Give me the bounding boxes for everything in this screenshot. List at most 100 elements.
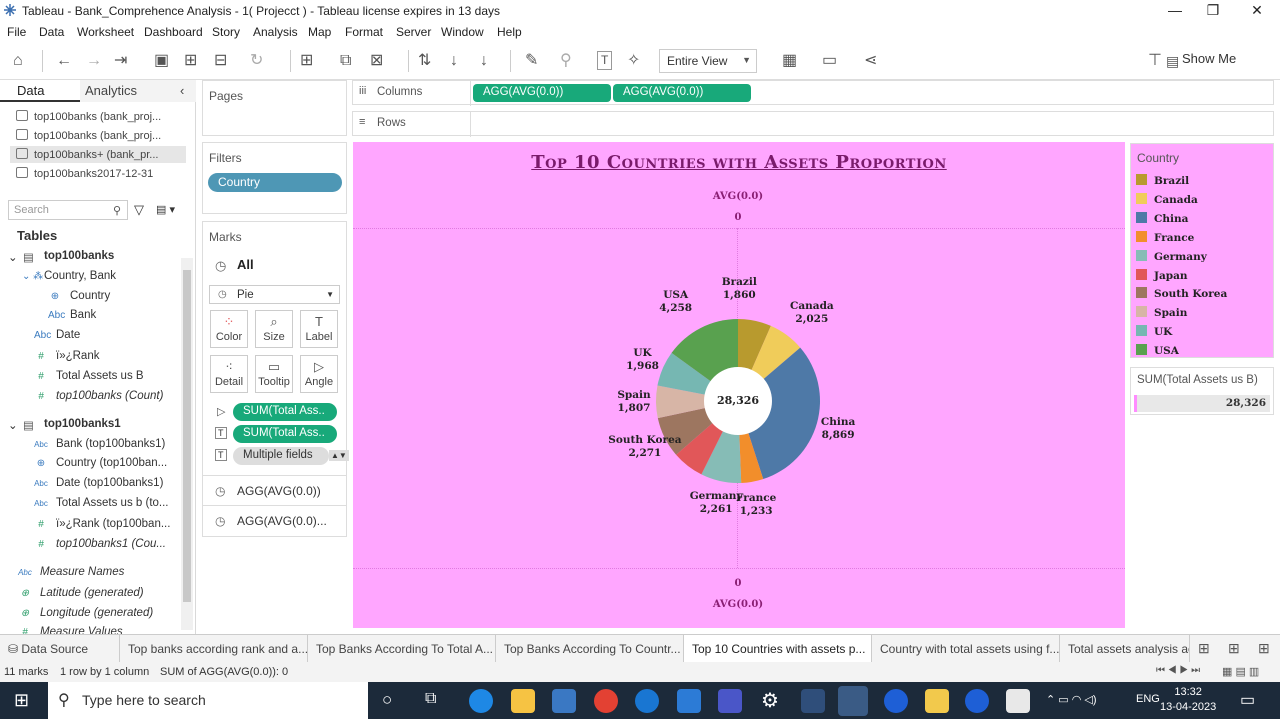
clear-sheet-icon[interactable]: ⊠ <box>370 51 383 71</box>
share-icon[interactable]: ⋖ <box>864 51 877 71</box>
undo-icon[interactable]: ← <box>56 51 72 71</box>
vscode-icon[interactable] <box>801 689 825 713</box>
menu-analysis[interactable]: Analysis <box>253 25 298 39</box>
field-date-t2[interactable]: Abc Date (top100banks1) <box>34 477 163 489</box>
menu-server[interactable]: Server <box>396 25 431 39</box>
field-total-assets[interactable]: # Total Assets us B <box>34 370 143 382</box>
replay-icon[interactable]: ⇥ <box>114 51 127 71</box>
edge-icon[interactable] <box>469 689 493 713</box>
field-date[interactable]: Abc Date <box>34 329 80 341</box>
data-pane-scrollbar[interactable] <box>181 258 193 630</box>
view-options-icon[interactable]: ▤ ▾ <box>156 203 175 216</box>
legend-item-canada[interactable]: Canada <box>1136 192 1198 206</box>
field-measure-values[interactable]: # Measure Values <box>18 626 122 634</box>
marks-agg-2[interactable]: AGG(AVG(0.0)... <box>237 514 327 528</box>
table-expand-icon[interactable]: ⌄ <box>8 250 18 264</box>
legend-item-china[interactable]: China <box>1136 211 1188 225</box>
legend-item-brazil[interactable]: Brazil <box>1136 174 1189 187</box>
sheet-nav-icons[interactable]: ⏮ ◀ ▶ ⏭ <box>1156 665 1200 676</box>
pages-card[interactable]: Pages <box>202 80 347 136</box>
marks-detail-button[interactable]: ⁖ Detail <box>210 355 248 393</box>
legend-item-germany[interactable]: Germany <box>1136 249 1207 263</box>
marks-scroll-icon[interactable]: ▲▼ <box>329 450 349 461</box>
taskbar-clock[interactable]: 13:32 13-04-2023 <box>1160 685 1216 715</box>
fit-dropdown[interactable]: Entire View ▼ <box>659 49 757 73</box>
menu-map[interactable]: Map <box>308 25 331 39</box>
field-rank[interactable]: # ï»¿Rank <box>34 350 99 362</box>
field-count-t2[interactable]: # top100banks1 (Cou... <box>34 538 166 550</box>
tab-data-source[interactable]: ⛁ Data Source <box>0 635 120 663</box>
close-button[interactable]: ✕ <box>1242 2 1272 19</box>
legend-item-france[interactable]: France <box>1136 230 1194 244</box>
maximize-button[interactable]: ❐ <box>1198 2 1228 19</box>
pin-icon[interactable]: ⊤ <box>1148 51 1162 71</box>
columns-shelf[interactable]: iii Columns AGG(AVG(0.0)) AGG(AVG(0.0)) <box>352 80 1274 106</box>
group-icon[interactable]: ⚲ <box>560 51 572 71</box>
datasource-item-selected[interactable]: top100banks+ (bank_pr... <box>10 146 186 163</box>
menu-window[interactable]: Window <box>441 25 484 39</box>
field-country[interactable]: ⊕ Country <box>48 290 110 302</box>
legend-item-japan[interactable]: Japan <box>1136 268 1188 282</box>
table-name[interactable]: top100banks1 <box>44 418 121 430</box>
menu-help[interactable]: Help <box>497 25 522 39</box>
datasource-item[interactable]: top100banks2017-12-31 <box>16 167 153 180</box>
sheet-tab[interactable]: Total assets analysis acc <box>1060 635 1190 663</box>
photos-icon[interactable] <box>1006 689 1030 713</box>
marks-label-button[interactable]: T Label <box>300 310 338 348</box>
legend-item-spain[interactable]: Spain <box>1136 306 1187 319</box>
pill-sum-total-assets-angle[interactable]: SUM(Total Ass.. <box>233 403 337 421</box>
scrollbar-thumb[interactable] <box>183 270 191 602</box>
sheet-tab-active[interactable]: Top 10 Countries with assets p... <box>684 635 872 663</box>
rows-shelf[interactable]: ≡ Rows <box>352 111 1274 137</box>
menu-worksheet[interactable]: Worksheet <box>77 25 134 39</box>
tab-analytics[interactable]: Analytics ‹ <box>80 80 196 102</box>
menu-dashboard[interactable]: Dashboard <box>144 25 203 39</box>
menu-story[interactable]: Story <box>212 25 240 39</box>
home-icon[interactable]: ⌂ <box>13 51 23 71</box>
file-explorer-icon[interactable] <box>511 689 535 713</box>
field-latitude[interactable]: ⊕ Latitude (generated) <box>18 587 144 599</box>
duplicate-icon[interactable]: ⧉ <box>340 51 351 71</box>
notes-icon[interactable] <box>925 689 949 713</box>
field-assets-t2[interactable]: Abc Total Assets us b (to... <box>34 497 168 509</box>
field-measure-names[interactable]: Abc Measure Names <box>18 566 124 578</box>
tab-data[interactable]: Data <box>0 80 80 102</box>
refresh-icon[interactable]: ↻ <box>250 51 263 71</box>
media-player-icon[interactable] <box>635 689 659 713</box>
new-dashboard-icon[interactable]: ⊞ <box>1228 640 1240 657</box>
field-country-t2[interactable]: ⊕ Country (top100ban... <box>34 457 167 469</box>
save-icon[interactable]: ▣ <box>154 51 169 71</box>
menu-format[interactable]: Format <box>345 25 383 39</box>
datasource-item[interactable]: top100banks (bank_proj... <box>16 110 161 123</box>
redo-icon[interactable]: → <box>86 51 102 71</box>
sheet-view-icons[interactable]: ▦ ▤ ▥ <box>1222 665 1259 678</box>
pill-sum-total-assets-label[interactable]: SUM(Total Ass.. <box>233 425 337 443</box>
marks-all-label[interactable]: All <box>237 257 254 272</box>
new-worksheet-icon[interactable]: ⊞ <box>1198 640 1210 657</box>
marks-color-button[interactable]: ⁘ Color <box>210 310 248 348</box>
sheet-tab[interactable]: Country with total assets using f... <box>872 635 1060 663</box>
column-pill-2[interactable]: AGG(AVG(0.0)) <box>613 84 751 102</box>
mark-type-dropdown[interactable]: ◷ Pie ▼ <box>209 285 340 304</box>
collapse-icon[interactable]: ‹ <box>180 83 184 98</box>
app-icon[interactable] <box>718 689 742 713</box>
marks-tooltip-button[interactable]: ▭ Tooltip <box>255 355 293 393</box>
pause-updates-icon[interactable]: ⊟ <box>214 51 227 71</box>
show-cards-icon[interactable]: ▦ <box>782 51 797 71</box>
sort-ascending-icon[interactable]: ↓ <box>450 51 458 71</box>
sum-total-assets-card[interactable]: SUM(Total Assets us B) 28,326 <box>1130 367 1274 415</box>
field-bank[interactable]: Abc Bank <box>48 309 96 321</box>
fix-axes-icon[interactable]: ✧ <box>627 51 640 71</box>
search-input[interactable]: Search ⚲ <box>8 200 128 220</box>
tray-icons[interactable]: ⌃ ▭ ◠ ◁) <box>1046 693 1097 706</box>
taskbar-search[interactable]: ⚲ Type here to search <box>48 682 368 719</box>
legend-item-south-korea[interactable]: South Korea <box>1136 287 1227 300</box>
chrome-icon[interactable] <box>594 689 618 713</box>
show-labels-icon[interactable]: T <box>597 51 613 70</box>
windows-start-icon[interactable]: ⊞ <box>14 690 29 711</box>
legend-item-usa[interactable]: USA <box>1136 344 1179 357</box>
field-rank-t2[interactable]: # ï»¿Rank (top100ban... <box>34 518 170 530</box>
table-expand-icon[interactable]: ⌄ <box>8 418 18 432</box>
menu-file[interactable]: File <box>7 25 26 39</box>
filters-card[interactable]: Filters Country <box>202 142 347 214</box>
